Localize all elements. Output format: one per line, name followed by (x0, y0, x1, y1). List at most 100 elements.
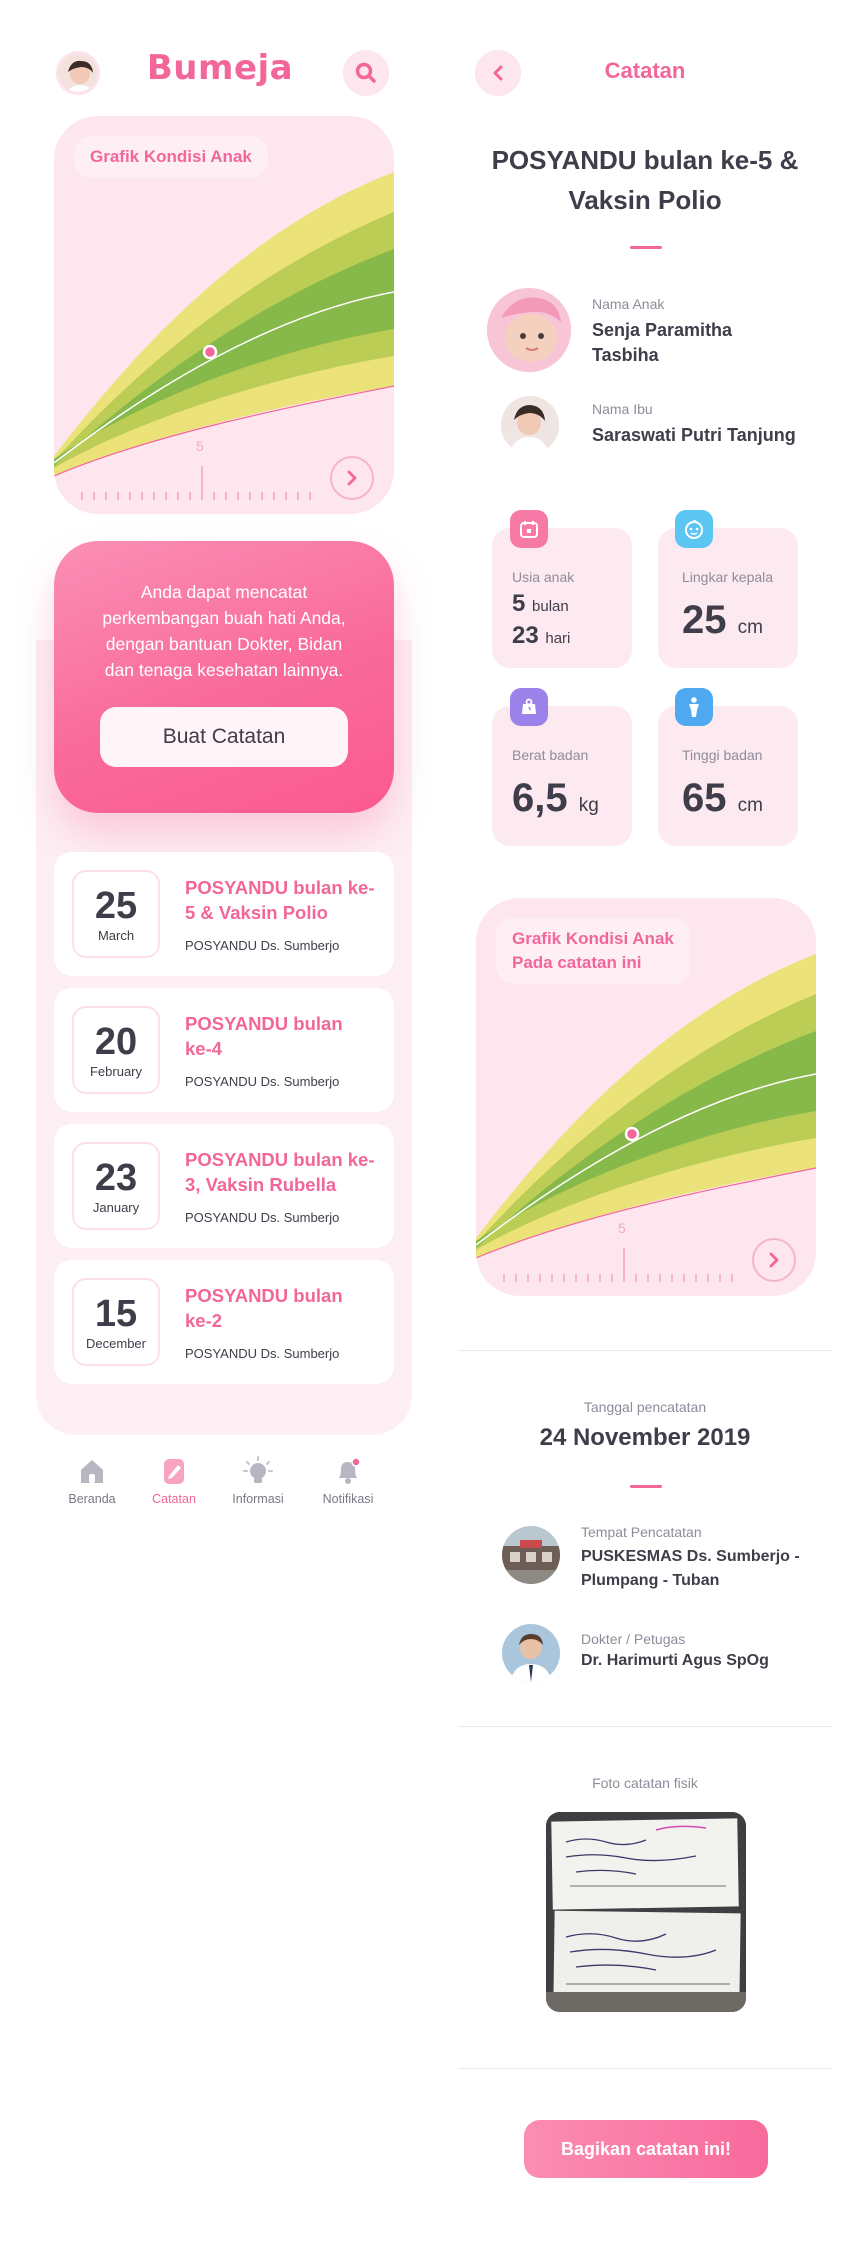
bulb-icon (243, 1456, 273, 1486)
place-label: Tempat Pencatatan (581, 1524, 702, 1540)
record-growth-chart-card: 5 Grafik Kondisi Anak Pada catatan ini (476, 898, 816, 1296)
nav-info[interactable]: Informasi (218, 1456, 298, 1506)
create-note-card: Anda dapat mencatat perkembangan buah ha… (54, 541, 394, 813)
stat-weight-value: 6,5 kg (512, 776, 599, 820)
record-month: December (86, 1336, 146, 1351)
child-name-label: Nama Anak (592, 296, 665, 312)
stat-height-value: 65 cm (682, 776, 763, 820)
stat-age-card: Usia anak 5 bulan 23 hari (492, 528, 632, 668)
home-icon (77, 1456, 107, 1486)
mother-name-label: Nama Ibu (592, 401, 653, 417)
record-month: February (89, 1064, 143, 1079)
record-day: 25 (94, 885, 138, 927)
record-date: 25 March (72, 870, 160, 958)
record-month: March (97, 928, 135, 943)
record-place: POSYANDU Ds. Sumberjo (185, 938, 340, 953)
stat-head-value: 25 cm (682, 598, 763, 642)
doctor-avatar (502, 1624, 560, 1682)
chevron-right-icon (347, 470, 357, 486)
cta-text: Anda dapat mencatat perkembangan buah ha… (102, 582, 346, 680)
mother-avatar (501, 396, 559, 454)
stat-head-label: Lingkar kepala (682, 569, 774, 585)
person-badge (675, 688, 713, 726)
chart-next-button[interactable] (752, 1238, 796, 1282)
doctor-value: Dr. Harimurti Agus SpOg (581, 1652, 769, 1669)
child-point (202, 344, 218, 360)
record-place: POSYANDU Ds. Sumberjo (185, 1346, 340, 1361)
nav-label: Notifikasi (322, 1492, 374, 1506)
nav-label: Informasi (232, 1492, 284, 1506)
stat-weight-card: Berat badan 6,5 kg (492, 706, 632, 846)
chart-next-button[interactable] (330, 456, 374, 500)
record-place: POSYANDU Ds. Sumberjo (185, 1074, 340, 1089)
nav-notes[interactable]: Catatan (134, 1456, 214, 1506)
record-title: POSYANDU bulan ke-5 & Vaksin Polio (185, 877, 375, 923)
section-divider (458, 1350, 832, 1351)
chart-title: Grafik Kondisi Anak (74, 136, 268, 178)
record-card[interactable]: 25 March POSYANDU bulan ke-5 & Vaksin Po… (54, 852, 394, 976)
section-divider (458, 2068, 832, 2069)
weight-icon (522, 698, 536, 714)
stat-height-card: Tinggi badan 65 cm (658, 706, 798, 846)
record-title: POSYANDU bulan ke-2 (185, 1285, 343, 1331)
record-heading: POSYANDU bulan ke-5 & Vaksin Polio (491, 145, 799, 215)
record-date: 15 December (72, 1278, 160, 1366)
back-button[interactable] (475, 50, 521, 96)
record-date-value: 24 November 2019 (539, 1424, 751, 1451)
stat-weight-label: Berat badan (512, 747, 589, 763)
calendar-badge (510, 510, 548, 548)
record-day: 20 (94, 1021, 138, 1063)
mother-name: Saraswati Putri Tanjung (592, 425, 796, 445)
chevron-left-icon (493, 65, 503, 81)
record-photo[interactable] (546, 1812, 746, 2012)
stat-head-card: Lingkar kepala 25 cm (658, 528, 798, 668)
x-axis-ruler (81, 466, 311, 500)
nav-notifications[interactable]: Notifikasi (308, 1456, 388, 1506)
stat-age-label: Usia anak (512, 569, 575, 585)
stat-height-label: Tinggi badan (682, 747, 763, 763)
date-label: Tanggal pencatatan (583, 1399, 707, 1415)
record-month: January (92, 1200, 140, 1215)
record-day: 23 (94, 1157, 138, 1199)
record-title: POSYANDU bulan ke-3, Vaksin Rubella (185, 1149, 375, 1195)
x-axis-tick-label: 5 (196, 438, 204, 454)
search-button[interactable] (343, 50, 389, 96)
bell-icon (333, 1456, 363, 1486)
record-date: 20 February (72, 1006, 160, 1094)
record-card[interactable]: 23 January POSYANDU bulan ke-3, Vaksin R… (54, 1124, 394, 1248)
chart-title: Grafik Kondisi Anak Pada catatan ini (496, 918, 690, 984)
x-axis-ruler (503, 1248, 733, 1282)
stat-age-days: 23 hari (512, 622, 571, 649)
child-name: Senja Paramitha Tasbiha (592, 320, 733, 365)
note-icon (159, 1456, 189, 1486)
share-button[interactable]: Bagikan catatan ini! (524, 2120, 768, 2178)
record-card[interactable]: 20 February POSYANDU bulan ke-4 POSYANDU… (54, 988, 394, 1112)
photo-label: Foto catatan fisik (592, 1775, 698, 1791)
record-day: 15 (94, 1293, 138, 1335)
growth-chart-card: 5 Grafik Kondisi Anak (54, 116, 394, 514)
nav-label: Beranda (68, 1492, 116, 1506)
place-value: PUSKESMAS Ds. Sumberjo - Plumpang - Tuba… (581, 1548, 800, 1589)
page-title: Catatan (604, 58, 686, 83)
heading-divider (630, 246, 662, 249)
nav-home[interactable]: Beranda (52, 1456, 132, 1506)
doctor-label: Dokter / Petugas (581, 1631, 686, 1647)
search-icon (355, 62, 376, 83)
record-card[interactable]: 15 December POSYANDU bulan ke-2 POSYANDU… (54, 1260, 394, 1384)
baby-face-icon (685, 519, 703, 539)
section-divider (458, 1726, 832, 1727)
record-date: 23 January (72, 1142, 160, 1230)
nav-label: Catatan (152, 1492, 196, 1506)
child-avatar (487, 288, 571, 372)
scale-badge (510, 688, 548, 726)
record-title: POSYANDU bulan ke-4 (185, 1013, 343, 1059)
date-divider (630, 1485, 662, 1488)
child-point (624, 1126, 640, 1142)
place-photo (502, 1526, 560, 1584)
x-axis-tick-label: 5 (618, 1220, 626, 1236)
create-note-button[interactable]: Buat Catatan (100, 707, 348, 767)
stat-age-months: 5 bulan (512, 590, 569, 617)
calendar-icon (520, 521, 538, 538)
chevron-right-icon (769, 1252, 779, 1268)
baby-face-badge (675, 510, 713, 548)
